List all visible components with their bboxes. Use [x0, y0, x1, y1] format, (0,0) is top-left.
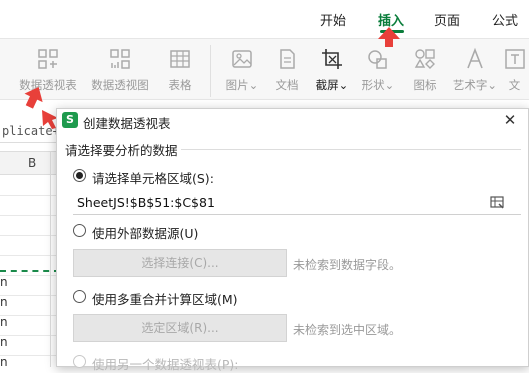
- row-line: [0, 315, 60, 316]
- option-external-label: 使用外部数据源(U): [92, 226, 199, 241]
- dialog-title: 创建数据透视表: [83, 116, 171, 131]
- row-line: [0, 275, 60, 276]
- radio-multi-consolidate[interactable]: [73, 290, 86, 303]
- shape-icon: [368, 50, 387, 69]
- table-button[interactable]: 表格: [150, 47, 210, 97]
- pivot-chart-button[interactable]: 数据透视图: [90, 47, 150, 97]
- pivot-chart-label: 数据透视图: [91, 78, 149, 92]
- cell-text: n: [0, 335, 8, 349]
- row-line: [0, 335, 60, 336]
- ribbon-tab-bar: 开始 插入 页面 公式: [0, 0, 529, 38]
- option-multi-consolidate-label: 使用多重合并计算区域(M): [92, 292, 238, 307]
- column-header-b[interactable]: B: [0, 151, 60, 175]
- dialog-title-bar[interactable]: S 创建数据透视表 ✕: [57, 109, 528, 133]
- cell-text: n: [0, 315, 8, 329]
- table-label: 表格: [168, 78, 192, 92]
- radio-external-source[interactable]: [73, 224, 86, 237]
- row-line: [0, 255, 60, 256]
- table-icon: [170, 50, 190, 68]
- app-logo-icon: S: [62, 112, 78, 128]
- word-art-button[interactable]: 艺术字⌄: [445, 47, 505, 97]
- range-select-icon[interactable]: [490, 196, 504, 210]
- picture-icon: [232, 50, 252, 68]
- cell-text: n: [0, 275, 8, 289]
- copy-marquee: [0, 270, 60, 272]
- ribbon-separator: [210, 45, 211, 97]
- tab-home[interactable]: 开始: [320, 10, 346, 29]
- range-input[interactable]: SheetJS!$B$51:$C$81: [73, 191, 521, 215]
- radio-cell-range[interactable]: [73, 169, 86, 182]
- column-divider: [50, 151, 51, 367]
- cell-text: n: [0, 295, 8, 309]
- tab-page[interactable]: 页面: [434, 10, 460, 29]
- icons-icon: [414, 49, 435, 69]
- create-pivot-table-dialog: S 创建数据透视表 ✕ 请选择要分析的数据 请选择单元格区域(S): Sheet…: [56, 108, 529, 372]
- text-box-label: 文: [508, 78, 521, 92]
- word-art-icon: [467, 47, 483, 69]
- annotation-arrow-icon: [378, 27, 400, 47]
- hint-no-fields: 未检索到数据字段。: [293, 258, 402, 272]
- column-header-label: B: [28, 156, 37, 170]
- row-line: [0, 195, 60, 196]
- row-line: [0, 355, 60, 356]
- tab-formula[interactable]: 公式: [492, 10, 518, 29]
- hint-no-region: 未检索到选中区域。: [293, 323, 402, 337]
- row-line: [0, 295, 60, 296]
- option-cell-range-label: 请选择单元格区域(S):: [92, 171, 214, 186]
- word-art-label: 艺术字⌄: [452, 78, 498, 92]
- annotation-arrow-icon: [24, 87, 43, 109]
- row-line: [0, 215, 60, 216]
- radio-other-pivot[interactable]: [73, 355, 86, 368]
- select-region-button[interactable]: 选定区域(R)...: [73, 314, 287, 342]
- option-other-pivot-label: 使用另一个数据透视表(P):: [92, 357, 239, 372]
- screenshot-icon: [322, 49, 342, 69]
- close-icon[interactable]: ✕: [502, 112, 518, 128]
- pivot-chart-icon: [110, 49, 130, 69]
- row-line: [0, 235, 60, 236]
- select-connection-button[interactable]: 选择连接(C)...: [73, 249, 287, 277]
- section-title: 请选择要分析的数据: [65, 143, 178, 158]
- pivot-table-icon: [38, 49, 58, 69]
- text-box-button[interactable]: 文: [500, 47, 529, 97]
- ribbon-toolbar: 数据透视表 数据透视图 表格 图片⌄ 文档 截屏⌄ 形状⌄ 图标 艺术字⌄ 文: [0, 38, 529, 100]
- section-divider: [181, 149, 521, 150]
- text-box-icon: [504, 49, 525, 69]
- document-icon: [280, 49, 295, 69]
